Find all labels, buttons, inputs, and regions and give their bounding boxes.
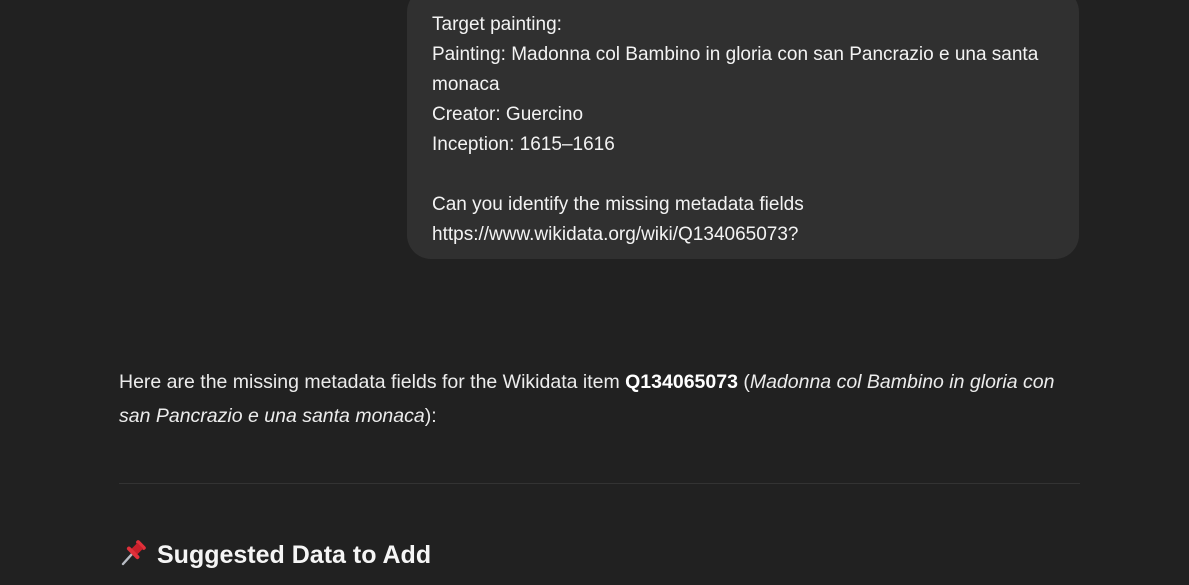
assistant-intro: Here are the missing metadata fields for… — [119, 365, 1081, 433]
user-message-line: Inception: 1615–1616 — [432, 134, 615, 155]
user-message-link: https://www.wikidata.org/wiki/Q134065073… — [432, 224, 799, 245]
pushpin-icon — [119, 537, 149, 567]
assistant-message: Here are the missing metadata fields for… — [119, 365, 1081, 433]
user-message-line: Can you identify the missing metadata fi… — [432, 194, 804, 215]
intro-text: Here are the missing metadata fields for… — [119, 371, 626, 393]
user-message-line: Target painting: — [432, 14, 562, 35]
user-message-line: Creator: Guercino — [432, 104, 584, 125]
paren-close: ): — [424, 405, 437, 427]
wikidata-item-id: Q134065073 — [625, 371, 738, 393]
user-message-spacer — [432, 160, 1054, 190]
section-heading: Suggested Data to Add — [119, 536, 431, 574]
section-divider — [119, 483, 1080, 484]
user-message-bubble: Target painting: Painting: Madonna col B… — [407, 0, 1079, 259]
paren-open: ( — [737, 371, 750, 393]
user-message-line: Painting: Madonna col Bambino in gloria … — [432, 44, 1039, 95]
section-heading-text: Suggested Data to Add — [157, 541, 432, 569]
